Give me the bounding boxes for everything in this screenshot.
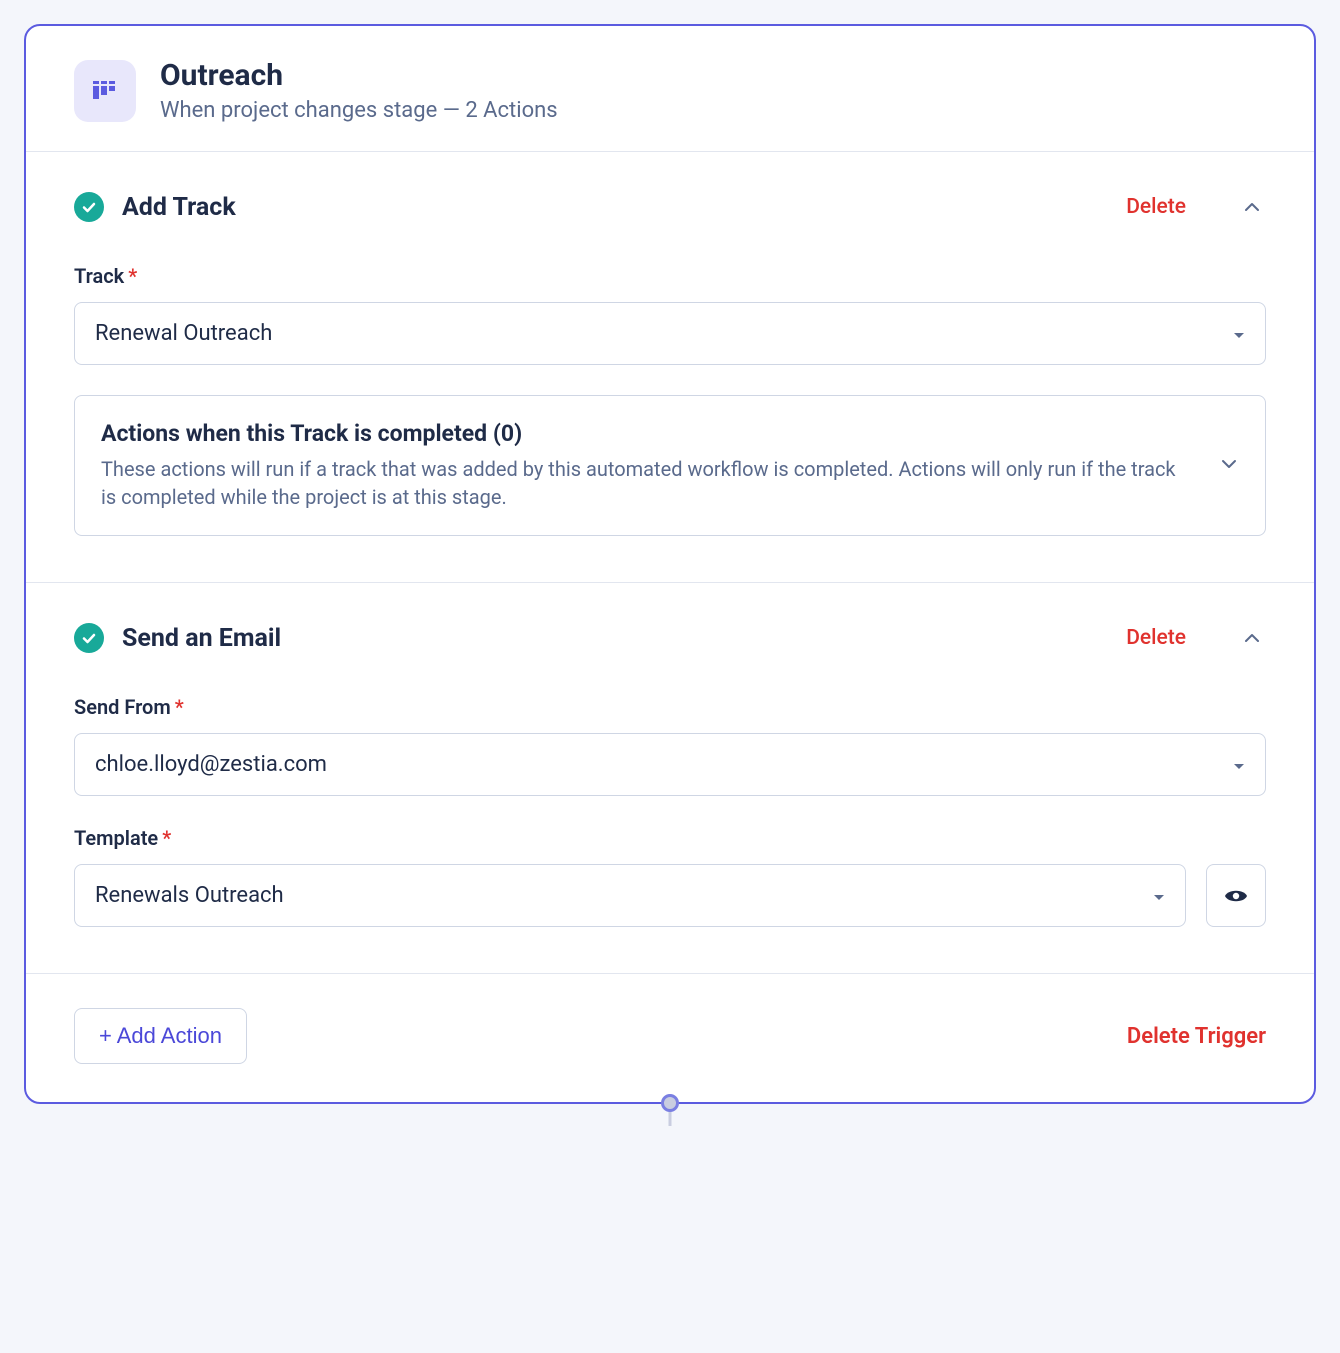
- collapse-toggle[interactable]: [1238, 624, 1266, 652]
- trigger-title: Outreach: [160, 58, 558, 94]
- section-header: Send an Email Delete: [74, 623, 1266, 653]
- select-value: chloe.lloyd@zestia.com: [95, 752, 327, 777]
- section-title: Add Track: [122, 193, 1108, 222]
- chevron-up-icon: [1242, 628, 1262, 648]
- template-row: Renewals Outreach: [74, 864, 1266, 927]
- chevron-up-icon: [1242, 197, 1262, 217]
- check-icon: [74, 192, 104, 222]
- template-select[interactable]: Renewals Outreach: [74, 864, 1186, 927]
- caret-down-icon: [1233, 321, 1245, 346]
- completion-title: Actions when this Track is completed (0): [101, 420, 1195, 447]
- delete-trigger-button[interactable]: Delete Trigger: [1127, 1024, 1266, 1049]
- track-field-label: Track*: [74, 264, 1266, 288]
- track-select[interactable]: Renewal Outreach: [74, 302, 1266, 365]
- add-action-button[interactable]: + Add Action: [74, 1008, 247, 1064]
- check-icon: [74, 623, 104, 653]
- preview-template-button[interactable]: [1206, 864, 1266, 927]
- required-asterisk: *: [175, 695, 184, 719]
- label-text: Template: [74, 826, 158, 850]
- trigger-card: Outreach When project changes stage — 2 …: [24, 24, 1316, 1104]
- project-icon: [74, 60, 136, 122]
- completion-text: Actions when this Track is completed (0)…: [101, 420, 1195, 511]
- header-text: Outreach When project changes stage — 2 …: [160, 58, 558, 123]
- caret-down-icon: [1233, 752, 1245, 777]
- action-section-send-email: Send an Email Delete Send From* chloe.ll…: [26, 583, 1314, 974]
- required-asterisk: *: [162, 826, 171, 850]
- trigger-subtitle: When project changes stage — 2 Actions: [160, 98, 558, 123]
- eye-icon: [1223, 883, 1249, 909]
- template-label: Template*: [74, 826, 1266, 850]
- card-header: Outreach When project changes stage — 2 …: [26, 26, 1314, 152]
- delete-action-button[interactable]: Delete: [1126, 626, 1186, 650]
- send-from-label: Send From*: [74, 695, 1266, 719]
- send-from-select[interactable]: chloe.lloyd@zestia.com: [74, 733, 1266, 796]
- select-value: Renewal Outreach: [95, 321, 272, 346]
- required-asterisk: *: [128, 264, 137, 288]
- caret-down-icon: [1153, 883, 1165, 908]
- section-header: Add Track Delete: [74, 192, 1266, 222]
- connector-dot: [661, 1094, 679, 1112]
- connector-line: [669, 1112, 672, 1126]
- track-completion-expand[interactable]: Actions when this Track is completed (0)…: [74, 395, 1266, 536]
- collapse-toggle[interactable]: [1238, 193, 1266, 221]
- chevron-down-icon: [1219, 454, 1239, 478]
- action-section-add-track: Add Track Delete Track* Renewal Outreach…: [26, 152, 1314, 583]
- select-value: Renewals Outreach: [95, 883, 284, 908]
- label-text: Send From: [74, 695, 171, 719]
- delete-action-button[interactable]: Delete: [1126, 195, 1186, 219]
- label-text: Track: [74, 264, 124, 288]
- completion-description: These actions will run if a track that w…: [101, 455, 1195, 511]
- card-footer: + Add Action Delete Trigger: [26, 974, 1314, 1102]
- section-title: Send an Email: [122, 624, 1108, 653]
